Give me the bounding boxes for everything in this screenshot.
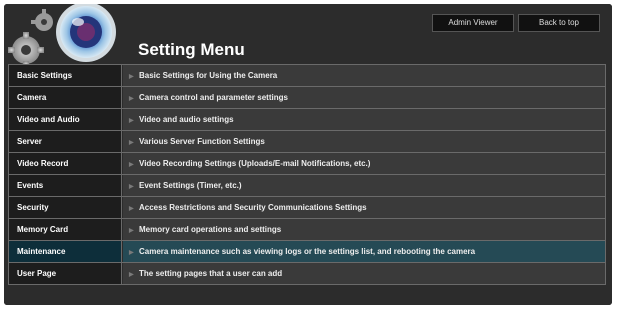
menu-item-events[interactable]: Events xyxy=(9,175,122,196)
menu-item-video-record[interactable]: Video Record xyxy=(9,153,122,174)
menu-description-memory-card[interactable]: ▶ Memory card operations and settings xyxy=(123,219,605,240)
footer xyxy=(4,285,612,305)
menu-description-text: Event Settings (Timer, etc.) xyxy=(139,181,242,190)
menu-description-basic-settings[interactable]: ▶ Basic Settings for Using the Camera xyxy=(123,65,605,86)
menu-description-text: Basic Settings for Using the Camera xyxy=(139,71,278,80)
menu-description-security[interactable]: ▶ Access Restrictions and Security Commun… xyxy=(123,197,605,218)
page-title: Setting Menu xyxy=(138,40,245,59)
menu-item-camera[interactable]: Camera xyxy=(9,87,122,108)
menu-row-user-page: User Page ▶ The setting pages that a user… xyxy=(9,263,605,285)
menu-item-server[interactable]: Server xyxy=(9,131,122,152)
camera-gear-logo xyxy=(8,4,116,66)
menu-description-maintenance[interactable]: ▶ Camera maintenance such as viewing logs… xyxy=(123,241,605,262)
menu-description-video-audio[interactable]: ▶ Video and audio settings xyxy=(123,109,605,130)
triangle-right-icon: ▶ xyxy=(129,206,134,212)
menu-item-memory-card[interactable]: Memory Card xyxy=(9,219,122,240)
menu-row-maintenance: Maintenance ▶ Camera maintenance such as … xyxy=(9,241,605,263)
menu-row-memory-card: Memory Card ▶ Memory card operations and … xyxy=(9,219,605,241)
admin-viewer-button[interactable]: Admin Viewer xyxy=(432,14,514,32)
triangle-right-icon: ▶ xyxy=(129,162,134,168)
menu-item-user-page[interactable]: User Page xyxy=(9,263,122,284)
triangle-right-icon: ▶ xyxy=(129,184,134,190)
menu-row-security: Security ▶ Access Restrictions and Securi… xyxy=(9,197,605,219)
triangle-right-icon: ▶ xyxy=(129,250,134,256)
menu-description-text: Camera maintenance such as viewing logs … xyxy=(139,247,476,256)
triangle-right-icon: ▶ xyxy=(129,118,134,124)
menu-row-video-audio: Video and Audio ▶ Video and audio setting… xyxy=(9,109,605,131)
app-frame: Setting Menu Admin Viewer Back to top Ba… xyxy=(4,4,612,305)
triangle-right-icon: ▶ xyxy=(129,74,134,80)
menu-description-events[interactable]: ▶ Event Settings (Timer, etc.) xyxy=(123,175,605,196)
menu-item-video-audio[interactable]: Video and Audio xyxy=(9,109,122,130)
menu-description-text: Camera control and parameter settings xyxy=(139,93,288,102)
menu-description-text: Various Server Function Settings xyxy=(139,137,265,146)
menu-row-camera: Camera ▶ Camera control and parameter set… xyxy=(9,87,605,109)
menu-description-user-page[interactable]: ▶ The setting pages that a user can add xyxy=(123,263,605,284)
triangle-right-icon: ▶ xyxy=(129,96,134,102)
back-to-top-button[interactable]: Back to top xyxy=(518,14,600,32)
menu-row-server: Server ▶ Various Server Function Settings xyxy=(9,131,605,153)
menu-item-basic-settings[interactable]: Basic Settings xyxy=(9,65,122,86)
triangle-right-icon: ▶ xyxy=(129,140,134,146)
menu-description-text: Access Restrictions and Security Communi… xyxy=(139,203,367,212)
menu-description-text: Video Recording Settings (Uploads/E-mail… xyxy=(139,159,371,168)
triangle-right-icon: ▶ xyxy=(129,228,134,234)
menu-row-basic-settings: Basic Settings ▶ Basic Settings for Using… xyxy=(9,65,605,87)
menu-description-text: Memory card operations and settings xyxy=(139,225,282,234)
menu-row-events: Events ▶ Event Settings (Timer, etc.) xyxy=(9,175,605,197)
menu-description-video-record[interactable]: ▶ Video Recording Settings (Uploads/E-mai… xyxy=(123,153,605,174)
menu-description-text: The setting pages that a user can add xyxy=(139,269,283,278)
menu-row-video-record: Video Record ▶ Video Recording Settings (… xyxy=(9,153,605,175)
menu-item-security[interactable]: Security xyxy=(9,197,122,218)
menu-description-camera[interactable]: ▶ Camera control and parameter settings xyxy=(123,87,605,108)
menu-description-server[interactable]: ▶ Various Server Function Settings xyxy=(123,131,605,152)
menu-item-maintenance[interactable]: Maintenance xyxy=(9,241,122,262)
settings-menu-table: Basic Settings ▶ Basic Settings for Using… xyxy=(8,64,606,286)
triangle-right-icon: ▶ xyxy=(129,272,134,278)
header: Setting Menu Admin Viewer Back to top xyxy=(4,4,612,66)
menu-description-text: Video and audio settings xyxy=(139,115,234,124)
